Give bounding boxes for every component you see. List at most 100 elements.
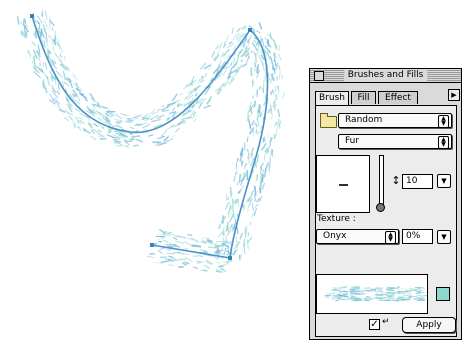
anchor-point[interactable] — [150, 243, 154, 247]
preview-fur-hair — [392, 292, 401, 294]
preview-fur-hair — [324, 294, 332, 297]
fur-hair — [191, 245, 202, 248]
fur-hair — [239, 253, 243, 261]
fur-hair — [36, 20, 41, 26]
preview-fur-hair — [398, 298, 407, 301]
brush-size-dropdown-button[interactable]: ▼ — [437, 174, 451, 188]
fur-hair — [203, 264, 211, 270]
brush-size-slider-knob[interactable] — [376, 203, 385, 212]
fur-hair — [266, 33, 270, 36]
fur-hair — [118, 125, 123, 129]
fur-hair — [225, 261, 230, 265]
fur-hair — [263, 152, 266, 161]
preview-fur-hair — [408, 292, 412, 295]
anchor-point[interactable] — [30, 14, 34, 18]
fill-color-swatch[interactable] — [436, 287, 450, 301]
anchor-point[interactable] — [228, 256, 232, 260]
fur-hair — [281, 92, 285, 100]
apply-checkbox[interactable]: ✓ — [369, 319, 380, 330]
fur-hair — [226, 221, 229, 232]
fur-hair — [215, 270, 223, 273]
tab-brush[interactable]: Brush — [315, 91, 349, 106]
fur-hair — [259, 162, 265, 169]
fur-hair — [101, 115, 109, 119]
preview-fur-hair — [396, 286, 401, 288]
fur-hair — [72, 73, 74, 79]
preview-fur-hair — [330, 292, 336, 295]
brush-size-slider-track[interactable] — [379, 155, 384, 209]
brush-category-value: Random — [345, 115, 383, 125]
fur-hair — [229, 224, 233, 230]
fur-hair — [193, 118, 197, 123]
fur-hair — [253, 100, 257, 108]
fur-hair — [216, 240, 222, 243]
fur-hair — [271, 114, 273, 120]
texture-amount-field[interactable]: 0% — [402, 229, 433, 244]
fur-hair — [197, 78, 201, 83]
fur-hair — [258, 109, 262, 118]
fur-hair — [130, 136, 135, 140]
fur-hair — [51, 41, 55, 51]
fur-hair — [44, 62, 48, 70]
fur-hair — [253, 207, 258, 216]
anchor-point[interactable] — [248, 28, 252, 32]
preview-fur-hair — [354, 289, 362, 292]
fur-hair — [260, 142, 267, 151]
fur-hair — [222, 69, 228, 76]
fur-hair — [232, 34, 237, 41]
fur-hair — [187, 233, 193, 237]
stroke-path[interactable] — [31, 15, 269, 259]
fur-hair — [260, 85, 264, 92]
fur-hair — [31, 41, 37, 47]
brush-category-popup[interactable]: Random ▲ ▼ — [338, 113, 452, 128]
brush-size-field[interactable]: 10 — [402, 174, 433, 189]
fur-hair — [216, 261, 221, 265]
fur-hair — [135, 138, 144, 143]
fur-hair — [180, 258, 186, 261]
fur-hair — [89, 92, 96, 103]
fur-hair — [64, 56, 66, 61]
fur-hair — [244, 162, 248, 167]
fur-hair — [143, 117, 153, 120]
fur-hair — [273, 133, 276, 140]
preview-fur-hair — [376, 289, 383, 291]
fur-hair — [124, 140, 133, 143]
fur-hair — [173, 236, 178, 241]
stroke-preview-sample — [324, 286, 430, 302]
texture-label: Texture : — [317, 214, 356, 224]
fur-hair — [208, 242, 217, 245]
fur-hair — [48, 34, 55, 43]
fur-hair — [277, 118, 281, 129]
texture-popup[interactable]: Onyx ▲ ▼ — [316, 229, 399, 244]
fur-hair — [253, 39, 257, 44]
texture-amount-dropdown-button[interactable]: ▼ — [437, 230, 451, 244]
fur-hair — [141, 122, 147, 125]
close-box-icon[interactable] — [314, 71, 324, 81]
preview-fur-hair — [388, 289, 393, 291]
apply-button[interactable]: Apply — [402, 317, 456, 333]
fur-hair — [217, 231, 223, 238]
fur-hair — [193, 111, 196, 117]
fur-hair — [215, 45, 219, 50]
fur-hair — [242, 171, 245, 177]
fur-brush-stroke — [16, 9, 285, 273]
palette-titlebar[interactable]: Brushes and Fills — [310, 69, 461, 83]
brush-name-popup[interactable]: Fur ▲ ▼ — [338, 134, 452, 149]
fur-hair — [44, 10, 48, 20]
fur-hair — [132, 135, 141, 138]
tab-fill[interactable]: Fill — [351, 91, 376, 104]
fur-hair — [157, 249, 163, 254]
fur-hair — [237, 199, 240, 207]
fur-hair — [261, 173, 264, 183]
fur-hair — [115, 141, 122, 146]
fur-hair — [133, 144, 140, 147]
tab-menu-arrow-icon[interactable]: ▶ — [448, 89, 460, 101]
tab-effect[interactable]: Effect — [378, 91, 418, 104]
fur-hair — [231, 27, 234, 34]
fur-hair — [193, 266, 199, 270]
folder-icon[interactable] — [320, 113, 337, 128]
preview-fur-hair — [344, 296, 349, 298]
fur-hair — [63, 81, 70, 87]
fur-hair — [179, 93, 183, 96]
fur-hair — [162, 239, 169, 243]
